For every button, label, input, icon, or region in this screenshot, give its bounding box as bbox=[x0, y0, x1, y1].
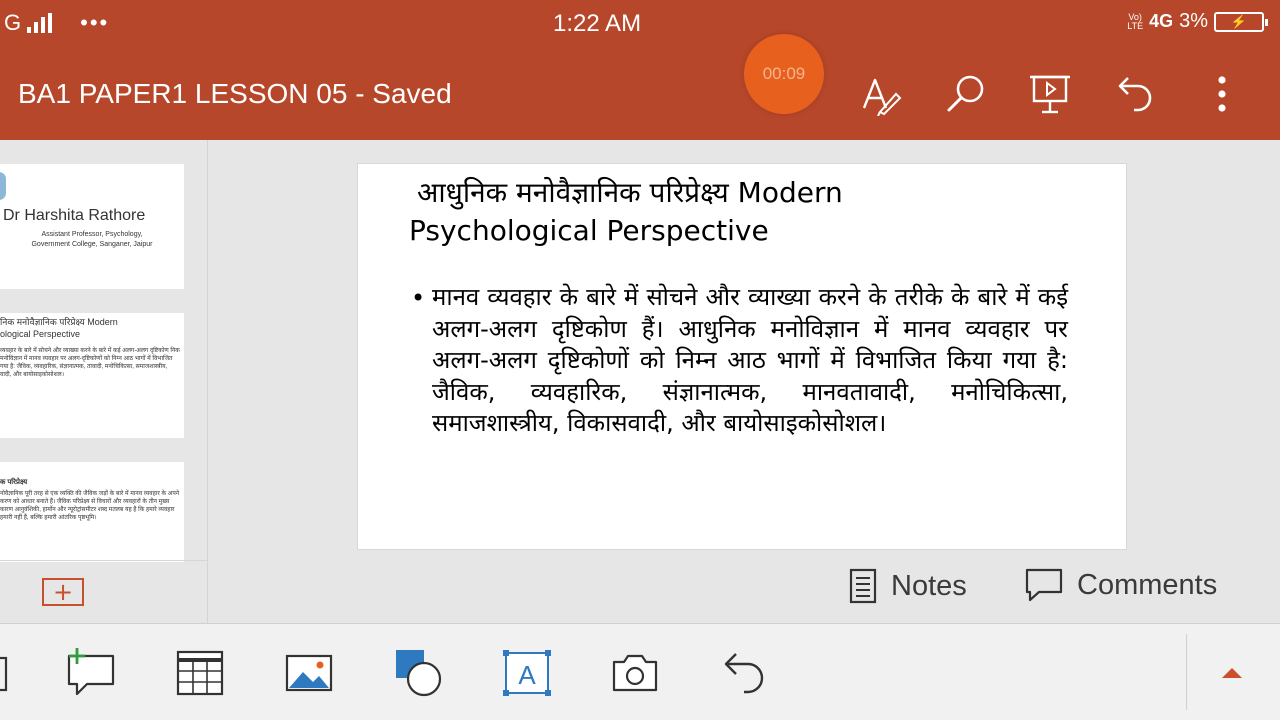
thumbnail-body: नोवैज्ञानिक पूरी तरह से एक व्यक्ति की जै… bbox=[0, 491, 180, 521]
thumbnail-author-subtitle: Assistant Professor, Psychology, Governm… bbox=[31, 231, 153, 248]
signal-strength-icon bbox=[27, 13, 53, 33]
insert-toolbar: A bbox=[0, 623, 1280, 720]
thumbnail-title: क परिप्रेक्ष्य bbox=[0, 479, 28, 486]
camera-icon[interactable] bbox=[610, 648, 660, 698]
recording-timer[interactable]: 00:09 bbox=[744, 34, 824, 114]
insert-textbox-icon[interactable]: A bbox=[502, 648, 552, 698]
thumbnail-body: व्यवहार के बारे में सोचने और व्याख्या कर… bbox=[0, 348, 180, 378]
svg-text:A: A bbox=[518, 660, 536, 690]
current-slide[interactable]: आधुनिक मनोवैज्ञानिक परिप्रेक्ष्य Modern … bbox=[357, 163, 1127, 550]
insert-picture-icon[interactable] bbox=[284, 648, 334, 698]
notes-label: Notes bbox=[891, 569, 967, 602]
more-notifications-icon: ••• bbox=[80, 10, 110, 35]
slide-thumbnail-3[interactable]: क परिप्रेक्ष्य नोवैज्ञानिक पूरी तरह से ए… bbox=[0, 462, 184, 562]
slide-thumbnail-1[interactable]: Dr Harshita Rathore Assistant Professor,… bbox=[0, 164, 184, 289]
partial-tool-icon[interactable] bbox=[0, 648, 26, 698]
status-time: 1:22 AM bbox=[553, 10, 642, 37]
slide-body-text: मानव व्यवहार के बारे में सोचने और व्याख्… bbox=[432, 283, 1068, 437]
network-type: 4G bbox=[1149, 11, 1174, 31]
add-slide-button[interactable]: + bbox=[42, 578, 84, 606]
insert-table-icon[interactable] bbox=[175, 648, 225, 698]
status-left: G ••• bbox=[4, 10, 109, 36]
new-comment-icon[interactable] bbox=[65, 648, 115, 698]
toolbar-separator bbox=[1186, 634, 1187, 710]
undo-icon[interactable] bbox=[1114, 72, 1158, 116]
expand-arrow-icon[interactable] bbox=[1222, 668, 1242, 678]
undo-icon[interactable] bbox=[720, 648, 770, 698]
present-slideshow-icon[interactable] bbox=[1028, 72, 1072, 116]
draw-pen-icon[interactable] bbox=[858, 72, 902, 116]
thumbnail-title: निक मनोवैज्ञानिक परिप्रेक्ष्य Modern olo… bbox=[0, 317, 118, 339]
insert-shape-icon[interactable] bbox=[394, 648, 444, 698]
notes-comments-bar: Notes Comments bbox=[209, 560, 1280, 622]
comment-icon bbox=[1025, 568, 1063, 602]
bullet-marker: • bbox=[411, 284, 426, 312]
college-logo bbox=[0, 172, 6, 200]
thumbnail-author-name: Dr Harshita Rathore bbox=[3, 207, 146, 224]
comments-button[interactable]: Comments bbox=[1025, 568, 1217, 602]
thumbnails-footer: + bbox=[0, 560, 207, 623]
battery-icon: ⚡ bbox=[1214, 11, 1268, 32]
slide-title[interactable]: आधुनिक मनोवैज्ञानिक परिप्रेक्ष्य Modern … bbox=[409, 174, 1097, 250]
top-bar: G ••• 1:22 AM Vo) LTE 4G 3% ⚡ BA1 PAPER1… bbox=[0, 0, 1280, 140]
notes-button[interactable]: Notes bbox=[849, 568, 967, 604]
slide-thumbnails-panel[interactable]: Dr Harshita Rathore Assistant Professor,… bbox=[0, 140, 208, 623]
volte-icon: Vo) LTE bbox=[1127, 11, 1144, 31]
comments-label: Comments bbox=[1077, 568, 1218, 601]
document-title[interactable]: BA1 PAPER1 LESSON 05 - Saved bbox=[18, 78, 452, 110]
more-options-icon[interactable] bbox=[1200, 72, 1244, 116]
network-indicator: G bbox=[4, 10, 22, 35]
battery-percent: 3% bbox=[1179, 10, 1208, 32]
status-right: Vo) LTE 4G 3% ⚡ bbox=[1127, 10, 1268, 33]
search-icon[interactable] bbox=[944, 72, 988, 116]
notes-icon bbox=[849, 568, 877, 604]
slide-thumbnail-2[interactable]: निक मनोवैज्ञानिक परिप्रेक्ष्य Modern olo… bbox=[0, 313, 184, 438]
